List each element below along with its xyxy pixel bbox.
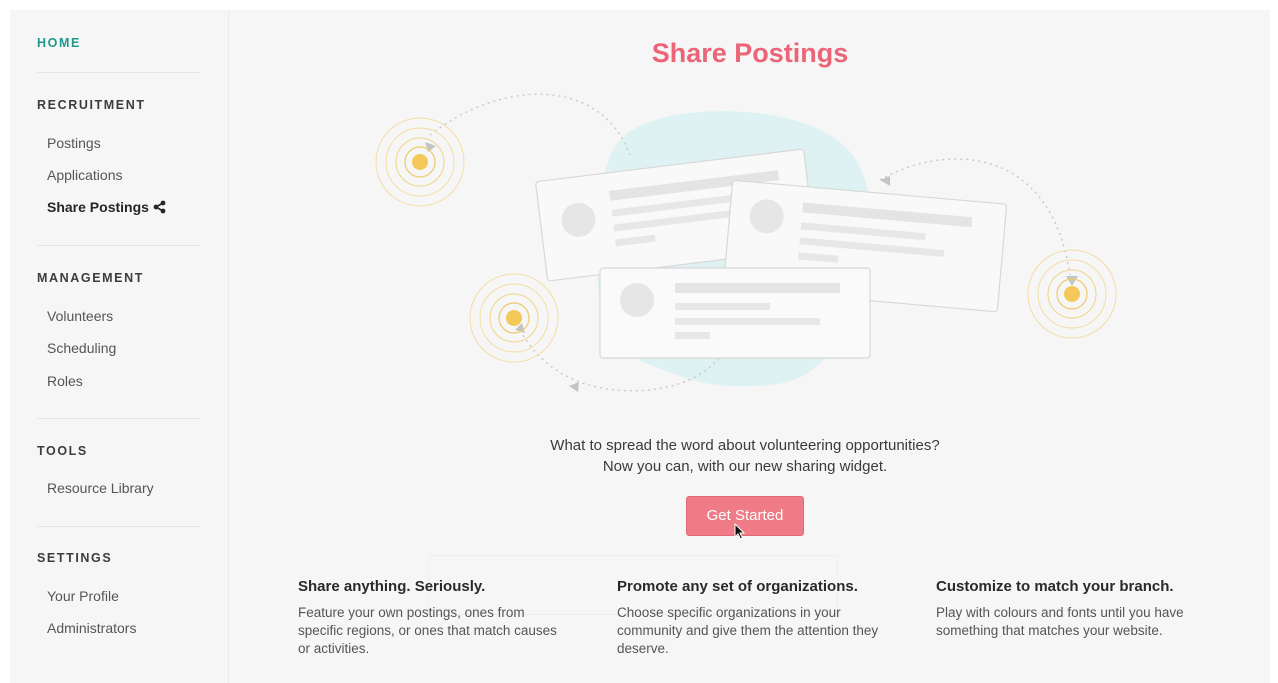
dotted-arc bbox=[429, 93, 631, 156]
feature-body: Feature your own postings, ones from spe… bbox=[298, 605, 557, 656]
feature-body: Choose specific organizations in your co… bbox=[617, 605, 879, 656]
target-right bbox=[1027, 249, 1117, 339]
sidebar-heading-management: MANAGEMENT bbox=[37, 271, 144, 285]
feature-body: Play with colours and fonts until you ha… bbox=[936, 605, 1184, 638]
sidebar-item-applications[interactable]: Applications bbox=[47, 167, 123, 183]
sidebar: HOME RECRUITMENT Postings Applications S… bbox=[10, 10, 229, 683]
app-frame: HOME RECRUITMENT Postings Applications S… bbox=[10, 10, 1270, 683]
sidebar-item-your-profile[interactable]: Your Profile bbox=[47, 588, 119, 604]
sidebar-item-resource-library[interactable]: Resource Library bbox=[47, 480, 154, 496]
sidebar-divider bbox=[37, 526, 200, 527]
arrow-head-icon bbox=[1066, 276, 1078, 286]
sidebar-item-administrators[interactable]: Administrators bbox=[47, 620, 136, 636]
sidebar-heading-settings: SETTINGS bbox=[37, 551, 113, 565]
arrow-head-icon bbox=[880, 176, 890, 186]
target-left-bottom bbox=[469, 273, 559, 363]
tagline-line-2: Now you can, with our new sharing widget… bbox=[602, 458, 888, 475]
sidebar-divider bbox=[37, 72, 200, 73]
posting-card bbox=[599, 267, 871, 359]
sidebar-divider bbox=[37, 418, 200, 419]
sidebar-item-roles[interactable]: Roles bbox=[47, 373, 83, 389]
feature-title: Customize to match your branch. bbox=[936, 578, 1174, 595]
arrow-head-icon bbox=[569, 382, 579, 392]
share-postings-illustration bbox=[375, 93, 1117, 392]
feature-customize-branch: Customize to match your branch. Play wit… bbox=[936, 578, 1196, 640]
page-title: Share Postings bbox=[651, 38, 849, 68]
sidebar-item-share-postings[interactable]: Share Postings bbox=[47, 199, 166, 215]
tagline-line-1: What to spread the word about volunteeri… bbox=[550, 437, 940, 454]
sidebar-item-label: Share Postings bbox=[47, 199, 149, 215]
sidebar-divider bbox=[37, 245, 200, 246]
feature-promote-organizations: Promote any set of organizations. Choose… bbox=[617, 578, 887, 658]
sidebar-item-postings[interactable]: Postings bbox=[47, 135, 101, 151]
sidebar-home-link[interactable]: HOME bbox=[37, 36, 81, 50]
feature-title: Share anything. Seriously. bbox=[298, 578, 486, 595]
target-left-top bbox=[375, 117, 465, 207]
mouse-cursor-icon bbox=[734, 523, 746, 540]
sidebar-heading-tools: TOOLS bbox=[37, 444, 88, 458]
share-icon bbox=[153, 200, 166, 214]
sidebar-heading-recruitment: RECRUITMENT bbox=[37, 98, 146, 112]
feature-title: Promote any set of organizations. bbox=[617, 578, 858, 595]
feature-share-anything: Share anything. Seriously. Feature your … bbox=[298, 578, 568, 658]
sidebar-item-scheduling[interactable]: Scheduling bbox=[47, 340, 116, 356]
sidebar-item-volunteers[interactable]: Volunteers bbox=[47, 308, 113, 324]
